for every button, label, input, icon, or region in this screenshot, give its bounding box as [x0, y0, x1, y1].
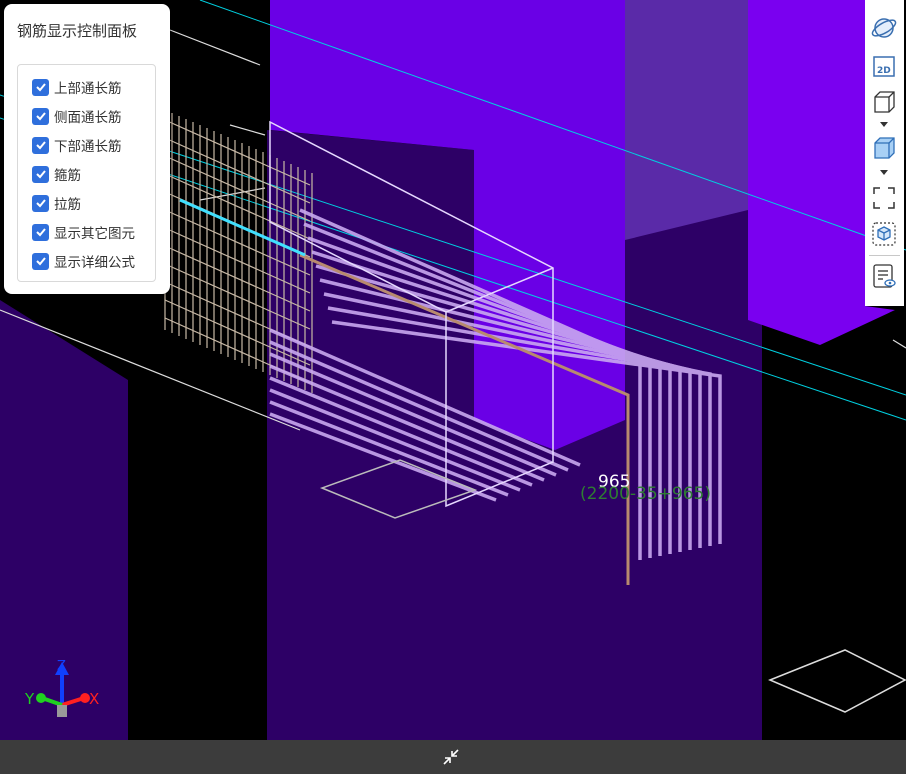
axis-label-x: X [89, 690, 99, 708]
option-label: 显示详细公式 [54, 255, 135, 271]
fit-view-icon [873, 187, 895, 209]
checkbox-checked-icon[interactable] [32, 107, 49, 125]
collapse-button[interactable] [440, 746, 462, 768]
option-label: 下部通长筋 [54, 139, 122, 155]
2d-view-button[interactable]: 2D [870, 52, 898, 80]
bottom-bar [0, 740, 906, 774]
option-label: 上部通长筋 [54, 81, 122, 97]
option-show-other-elements[interactable]: 显示其它图元 [32, 222, 135, 242]
option-bottom-through-bar[interactable]: 下部通长筋 [32, 135, 122, 155]
checkbox-checked-icon[interactable] [32, 223, 49, 241]
property-view-button[interactable] [870, 262, 898, 290]
checkbox-checked-icon[interactable] [32, 252, 49, 270]
option-label: 拉筋 [54, 197, 81, 213]
2d-view-label: 2D [877, 66, 891, 76]
solid-cube-icon [874, 137, 895, 159]
option-side-through-bar[interactable]: 侧面通长筋 [32, 106, 122, 126]
dimension-formula: (2200-35+965) [580, 484, 711, 504]
option-label: 显示其它图元 [54, 226, 135, 242]
wireframe-cube-icon [874, 91, 895, 113]
option-stirrup[interactable]: 箍筋 [32, 164, 81, 184]
2d-view-icon: 2D [873, 56, 895, 77]
panel-options-box: 上部通长筋 侧面通长筋 下部通长筋 箍筋 拉筋 显示其它图元 显示详细公式 [17, 64, 156, 282]
rebar-display-panel: 钢筋显示控制面板 上部通长筋 侧面通长筋 下部通长筋 箍筋 拉筋 显示其它图元 … [4, 4, 170, 294]
axis-label-z: Z [57, 659, 66, 674]
view-toolbar: 2D [865, 0, 904, 306]
option-label: 箍筋 [54, 168, 81, 184]
section-box-icon [872, 222, 896, 246]
collapse-arrows-icon [443, 749, 459, 765]
option-label: 侧面通长筋 [54, 110, 122, 126]
caret-down-icon [880, 122, 888, 127]
solid-dropdown[interactable] [870, 166, 898, 178]
toolbar-divider [869, 255, 900, 256]
wireframe-dropdown[interactable] [870, 118, 898, 130]
checkbox-checked-icon[interactable] [32, 194, 49, 212]
column-block-top [625, 0, 748, 240]
panel-title: 钢筋显示控制面板 [17, 22, 138, 40]
option-tie-bar[interactable]: 拉筋 [32, 193, 81, 213]
option-top-through-bar[interactable]: 上部通长筋 [32, 77, 122, 97]
checkbox-checked-icon[interactable] [32, 165, 49, 183]
caret-down-icon [880, 170, 888, 175]
orbit-icon [871, 18, 897, 38]
solid-view-button[interactable] [870, 134, 898, 162]
fit-view-button[interactable] [870, 184, 898, 212]
option-show-detailed-formula[interactable]: 显示详细公式 [32, 251, 135, 271]
axis-label-y: Y [24, 690, 35, 708]
checkbox-checked-icon[interactable] [32, 78, 49, 96]
wireframe-view-button[interactable] [870, 88, 898, 116]
property-view-icon [873, 264, 896, 288]
orbit-button[interactable] [870, 14, 898, 42]
section-box-button[interactable] [870, 220, 898, 248]
checkbox-checked-icon[interactable] [32, 136, 49, 154]
